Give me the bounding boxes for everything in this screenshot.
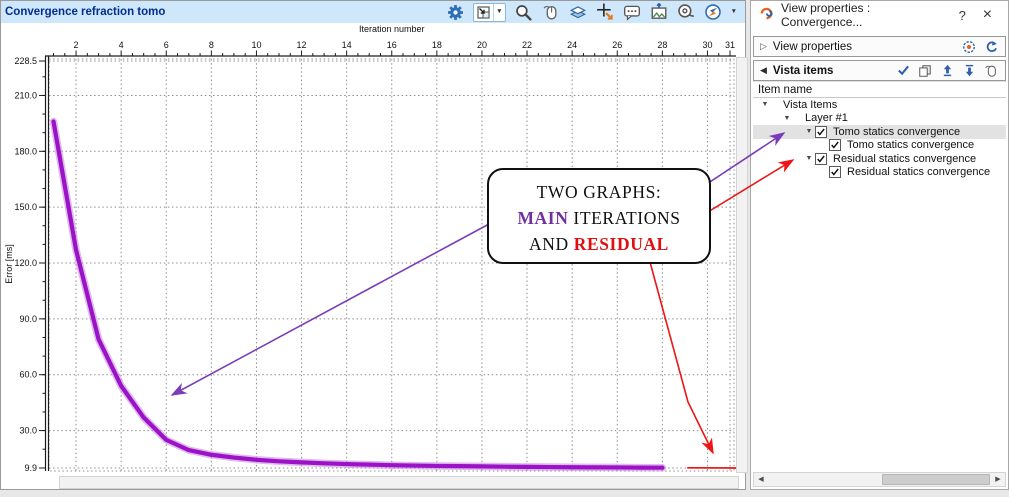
compass-icon[interactable] bbox=[704, 3, 722, 21]
annotation-line-1: TWO GRAPHS: bbox=[489, 179, 709, 205]
section-expanded-icon[interactable]: ◀ bbox=[760, 66, 767, 75]
annotation-main-word: MAIN bbox=[517, 208, 568, 228]
svg-text:228.5: 228.5 bbox=[14, 56, 37, 66]
fit-view-button[interactable]: ▼ bbox=[473, 3, 505, 22]
image-export-icon[interactable] bbox=[650, 3, 668, 21]
zoom-icon[interactable] bbox=[515, 3, 533, 21]
item-name-column-header: Item name bbox=[753, 81, 1006, 98]
panel-horizontal-scrollbar[interactable]: ◀ ▶ bbox=[753, 472, 1006, 487]
view-properties-panel: View properties : Convergence... ? × ▷ V… bbox=[750, 0, 1009, 490]
chart-horizontal-scrollbar[interactable] bbox=[59, 476, 739, 489]
check-icon[interactable] bbox=[895, 63, 911, 79]
expander-icon[interactable]: ▼ bbox=[803, 128, 815, 135]
svg-text:8: 8 bbox=[209, 40, 214, 50]
checkbox-checked[interactable] bbox=[829, 166, 841, 178]
svg-text:18: 18 bbox=[432, 40, 442, 50]
svg-text:31: 31 bbox=[725, 40, 735, 50]
vista-items-tree: ▼ Vista Items ▼ Layer #1 ▼ Tomo statics … bbox=[753, 98, 1006, 179]
view-properties-label: View properties bbox=[773, 41, 852, 53]
svg-text:9.9: 9.9 bbox=[24, 463, 37, 473]
svg-text:4: 4 bbox=[119, 40, 124, 50]
import-down-icon[interactable] bbox=[961, 63, 977, 79]
fit-view-icon[interactable] bbox=[474, 5, 493, 20]
fit-view-dropdown-icon[interactable]: ▼ bbox=[494, 9, 504, 16]
expander-icon[interactable]: ▼ bbox=[759, 101, 771, 108]
svg-text:120.0: 120.0 bbox=[14, 258, 37, 268]
svg-text:10: 10 bbox=[251, 40, 261, 50]
tree-row-layer-1[interactable]: ▼ Layer #1 bbox=[753, 112, 1006, 126]
svg-text:30: 30 bbox=[702, 40, 712, 50]
tree-row-residual-statics[interactable]: ▼ Residual statics convergence bbox=[753, 152, 1006, 166]
undo-icon[interactable] bbox=[983, 39, 999, 55]
chart-window-title-bar: Convergence refraction tomo ▼ bbox=[1, 1, 745, 23]
annotation-line-2: MAIN ITERATIONS bbox=[489, 205, 709, 231]
svg-text:12: 12 bbox=[297, 40, 307, 50]
close-icon[interactable]: × bbox=[975, 5, 1000, 25]
chart-vertical-scrollbar[interactable] bbox=[736, 57, 748, 473]
svg-text:26: 26 bbox=[612, 40, 622, 50]
panel-title: View properties : Convergence... bbox=[781, 1, 950, 29]
gear-icon[interactable] bbox=[446, 3, 464, 21]
svg-text:24: 24 bbox=[567, 40, 577, 50]
svg-text:Iteration number: Iteration number bbox=[359, 24, 425, 34]
svg-text:16: 16 bbox=[387, 40, 397, 50]
svg-text:180.0: 180.0 bbox=[14, 146, 37, 156]
vista-items-section[interactable]: ◀ Vista items bbox=[753, 60, 1006, 81]
expander-icon[interactable]: ▼ bbox=[803, 155, 815, 162]
svg-text:22: 22 bbox=[522, 40, 532, 50]
export-up-icon[interactable] bbox=[939, 63, 955, 79]
layers-icon[interactable] bbox=[569, 3, 587, 21]
target-icon[interactable] bbox=[961, 39, 977, 55]
expander-icon[interactable]: ▼ bbox=[781, 115, 793, 122]
panel-scroll-right-button[interactable]: ▶ bbox=[992, 474, 1004, 485]
tree-row-residual-statics-child[interactable]: Residual statics convergence bbox=[753, 166, 1006, 180]
svg-text:60.0: 60.0 bbox=[19, 370, 37, 380]
chart-window-title: Convergence refraction tomo bbox=[5, 6, 165, 18]
checkbox-checked[interactable] bbox=[829, 139, 841, 151]
chart-toolbar: ▼ ▼ bbox=[446, 3, 741, 22]
vista-items-label: Vista items bbox=[773, 65, 834, 77]
tree-row-vista-items[interactable]: ▼ Vista Items bbox=[753, 98, 1006, 112]
app-logo-icon bbox=[759, 6, 774, 24]
annotation-line-3: AND RESIDUAL bbox=[489, 231, 709, 257]
crosshair-track-icon[interactable] bbox=[596, 3, 614, 21]
svg-text:2: 2 bbox=[74, 40, 79, 50]
svg-text:210.0: 210.0 bbox=[14, 90, 37, 100]
checkbox-checked[interactable] bbox=[815, 153, 827, 165]
measure-tape-icon[interactable] bbox=[677, 3, 695, 21]
comment-icon[interactable] bbox=[623, 3, 641, 21]
view-properties-section[interactable]: ▷ View properties bbox=[753, 36, 1006, 57]
svg-text:14: 14 bbox=[342, 40, 352, 50]
panel-header: View properties : Convergence... ? × bbox=[751, 1, 1008, 29]
help-button[interactable]: ? bbox=[950, 5, 975, 25]
svg-text:28: 28 bbox=[657, 40, 667, 50]
tree-row-tomo-statics[interactable]: ▼ Tomo statics convergence bbox=[753, 125, 1006, 139]
section-collapsed-icon[interactable]: ▷ bbox=[760, 42, 767, 51]
panel-scroll-left-button[interactable]: ◀ bbox=[755, 474, 767, 485]
tree-row-tomo-statics-child[interactable]: Tomo statics convergence bbox=[753, 139, 1006, 153]
lasso-select-icon[interactable] bbox=[983, 63, 999, 79]
svg-text:6: 6 bbox=[164, 40, 169, 50]
svg-text:150.0: 150.0 bbox=[14, 202, 37, 212]
svg-text:30.0: 30.0 bbox=[19, 426, 37, 436]
checkbox-checked[interactable] bbox=[815, 126, 827, 138]
panel-scrollbar-thumb[interactable] bbox=[882, 474, 990, 485]
svg-text:90.0: 90.0 bbox=[19, 314, 37, 324]
svg-text:Error [ms]: Error [ms] bbox=[4, 244, 14, 284]
annotation-residual-word: RESIDUAL bbox=[574, 234, 669, 254]
annotation-callout: TWO GRAPHS: MAIN ITERATIONS AND RESIDUAL bbox=[487, 168, 711, 264]
mouse-select-icon[interactable] bbox=[542, 3, 560, 21]
svg-text:20: 20 bbox=[477, 40, 487, 50]
copy-properties-icon[interactable] bbox=[917, 63, 933, 79]
compass-dropdown-icon[interactable]: ▼ bbox=[731, 9, 737, 16]
